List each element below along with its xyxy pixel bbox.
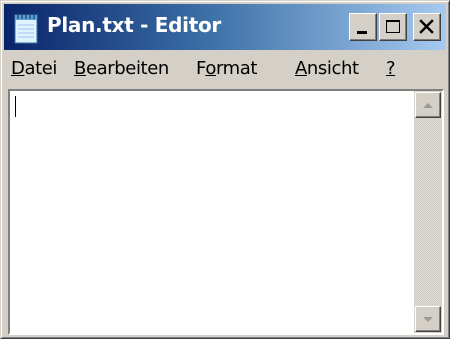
close-icon <box>419 19 434 34</box>
maximize-icon <box>386 20 400 33</box>
menu-bar: Datei Bearbeiten Format Ansicht ? <box>4 53 446 87</box>
editor-window: Plan.txt - Editor Datei Bearbeiten Forma… <box>0 0 450 339</box>
notepad-icon <box>14 14 38 44</box>
close-button[interactable] <box>413 13 441 41</box>
vertical-scrollbar[interactable] <box>414 91 442 333</box>
text-area[interactable] <box>10 91 414 333</box>
scroll-up-button[interactable] <box>415 92 441 118</box>
arrow-up-icon <box>423 103 433 108</box>
menu-datei[interactable]: Datei <box>11 58 57 79</box>
arrow-down-icon <box>423 317 433 322</box>
scroll-down-button[interactable] <box>415 306 441 332</box>
maximize-button[interactable] <box>379 13 407 41</box>
window-title: Plan.txt - Editor <box>47 13 221 37</box>
minimize-icon <box>357 31 367 34</box>
menu-help[interactable]: ? <box>386 58 396 79</box>
text-caret <box>15 96 16 117</box>
minimize-button[interactable] <box>349 13 377 41</box>
menu-ansicht[interactable]: Ansicht <box>295 58 359 79</box>
editor-client <box>8 89 444 335</box>
title-bar[interactable]: Plan.txt - Editor <box>4 4 446 50</box>
menu-format[interactable]: Format <box>196 58 257 79</box>
menu-bearbeiten[interactable]: Bearbeiten <box>74 58 169 79</box>
